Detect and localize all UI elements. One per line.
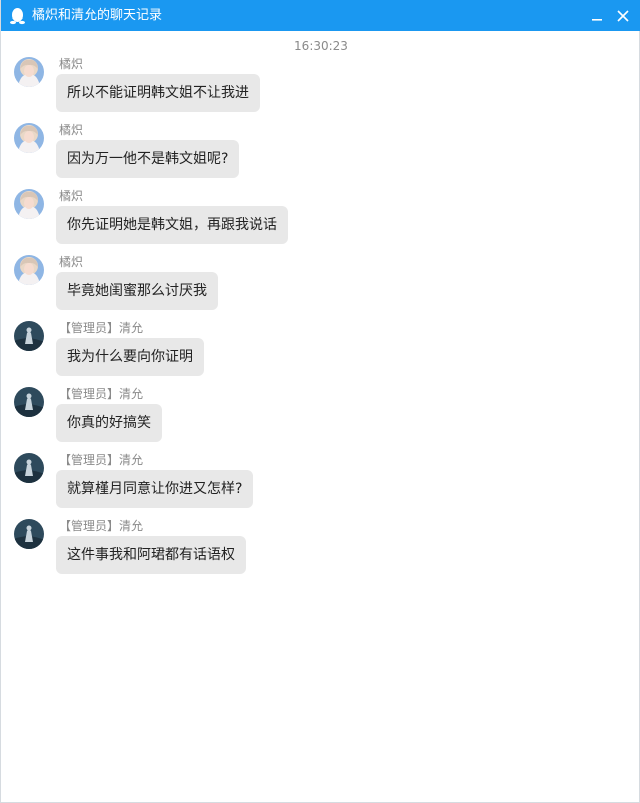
- user-avatar[interactable]: [14, 189, 44, 219]
- sender-name: 【管理员】清允: [59, 453, 144, 467]
- close-icon: [617, 10, 629, 22]
- message-bubble[interactable]: 你真的好搞笑: [56, 404, 162, 442]
- message-bubble[interactable]: 我为什么要向你证明: [56, 338, 204, 376]
- user-avatar[interactable]: [14, 255, 44, 285]
- sender-name: 橘炽: [59, 255, 84, 269]
- dark-avatar-icon: [14, 321, 44, 351]
- message-row: 【管理员】清允 我为什么要向你证明: [1, 321, 640, 383]
- user-avatar[interactable]: [14, 57, 44, 87]
- message-bubble[interactable]: 因为万一他不是韩文姐呢?: [56, 140, 240, 178]
- message-bubble[interactable]: 就算槿月同意让你进又怎样?: [56, 470, 254, 508]
- girl-avatar-icon: [14, 57, 44, 87]
- sender-name: 橘炽: [59, 57, 84, 71]
- sender-name: 橘炽: [59, 189, 84, 203]
- sender-name: 【管理员】清允: [59, 321, 144, 335]
- user-avatar[interactable]: [14, 453, 44, 483]
- user-avatar[interactable]: [14, 321, 44, 351]
- sender-name: 【管理员】清允: [59, 519, 144, 533]
- sender-name: 【管理员】清允: [59, 387, 144, 401]
- message-bubble[interactable]: 毕竟她闺蜜那么讨厌我: [56, 272, 218, 310]
- sender-name: 橘炽: [59, 123, 84, 137]
- message-bubble[interactable]: 所以不能证明韩文姐不让我进: [56, 74, 260, 112]
- window-title: 橘炽和清允的聊天记录: [32, 8, 163, 23]
- message-bubble[interactable]: 你先证明她是韩文姐，再跟我说话: [56, 206, 288, 244]
- minimize-button[interactable]: [588, 7, 606, 25]
- message-bubble[interactable]: 这件事我和阿珺都有话语权: [56, 536, 246, 574]
- message-row: 【管理员】清允 就算槿月同意让你进又怎样?: [1, 453, 640, 515]
- dark-avatar-icon: [14, 387, 44, 417]
- user-avatar[interactable]: [14, 519, 44, 549]
- message-row: 橘炽 所以不能证明韩文姐不让我进: [1, 57, 640, 119]
- qq-penguin-icon: [10, 7, 25, 25]
- girl-avatar-icon: [14, 123, 44, 153]
- girl-avatar-icon: [14, 255, 44, 285]
- message-row: 【管理员】清允 这件事我和阿珺都有话语权: [1, 519, 640, 581]
- user-avatar[interactable]: [14, 123, 44, 153]
- dark-avatar-icon: [14, 519, 44, 549]
- dark-avatar-icon: [14, 453, 44, 483]
- message-row: 橘炽 毕竟她闺蜜那么讨厌我: [1, 255, 640, 317]
- message-row: 【管理员】清允 你真的好搞笑: [1, 387, 640, 449]
- close-button[interactable]: [614, 7, 632, 25]
- message-row: 橘炽 你先证明她是韩文姐，再跟我说话: [1, 189, 640, 251]
- user-avatar[interactable]: [14, 387, 44, 417]
- girl-avatar-icon: [14, 189, 44, 219]
- minimize-icon: [592, 19, 602, 21]
- message-row: 橘炽 因为万一他不是韩文姐呢?: [1, 123, 640, 185]
- message-timestamp: 16:30:23: [294, 39, 348, 53]
- title-bar[interactable]: 橘炽和清允的聊天记录: [1, 0, 640, 31]
- chat-history-window: 橘炽和清允的聊天记录 16:30:23 橘炽 所以不能证明韩文姐不让我进 橘炽 …: [0, 0, 640, 803]
- message-list[interactable]: 16:30:23 橘炽 所以不能证明韩文姐不让我进 橘炽 因为万一他不是韩文姐呢…: [1, 31, 640, 802]
